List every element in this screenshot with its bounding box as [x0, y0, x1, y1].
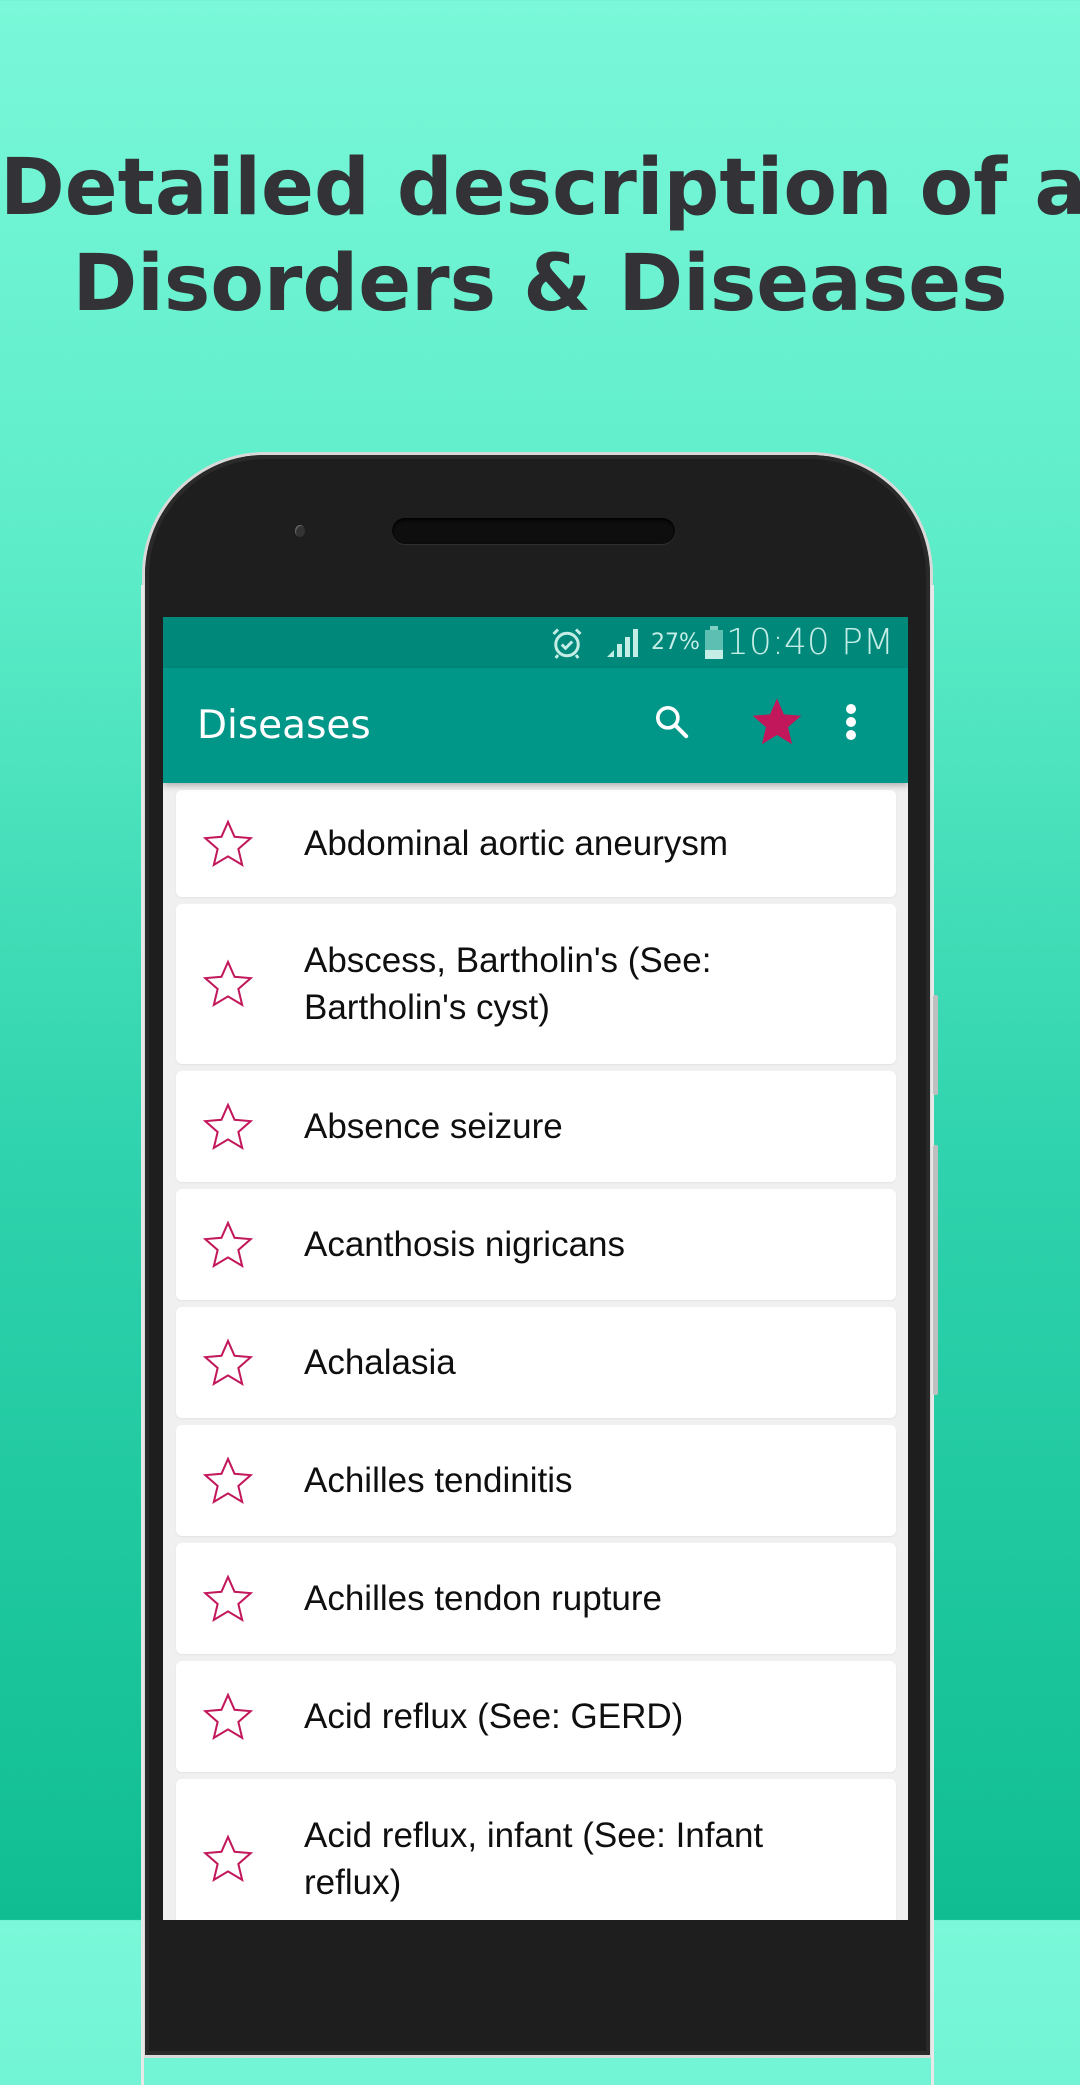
disease-name: Achalasia	[304, 1343, 456, 1382]
status-time: 10:40 PM	[726, 622, 894, 663]
star-outline-icon[interactable]	[201, 817, 255, 871]
earpiece-speaker	[392, 518, 675, 544]
star-outline-icon[interactable]	[201, 1100, 255, 1154]
signal-icon	[605, 627, 639, 664]
front-camera	[295, 525, 305, 537]
more-vert-icon	[844, 702, 858, 747]
headline-line-2: Disorders & Diseases	[72, 239, 1008, 329]
star-outline-icon[interactable]	[201, 1832, 255, 1886]
disease-list: Abdominal aortic aneurysm Abscess, Barth…	[176, 790, 896, 1920]
star-filled-icon	[750, 695, 804, 754]
list-item[interactable]: Acid reflux, infant (See: Infant reflux)	[176, 1779, 896, 1920]
list-item[interactable]: Achilles tendon rupture	[176, 1543, 896, 1654]
phone-volume-button	[933, 1145, 938, 1395]
phone-power-button	[933, 995, 938, 1095]
list-item[interactable]: Achilles tendinitis	[176, 1425, 896, 1536]
battery-icon	[704, 626, 724, 665]
more-options-button[interactable]	[828, 694, 874, 754]
list-item[interactable]: Absence seizure	[176, 1071, 896, 1182]
search-button[interactable]	[642, 694, 702, 754]
phone-rim-left	[141, 585, 144, 2085]
disease-name: Acanthosis nigricans	[304, 1225, 625, 1264]
star-outline-icon[interactable]	[201, 1218, 255, 1272]
star-outline-icon[interactable]	[201, 1336, 255, 1390]
list-item[interactable]: Abscess, Bartholin's (See: Bartholin's c…	[176, 904, 896, 1064]
list-item[interactable]: Achalasia	[176, 1307, 896, 1418]
page-title: Diseases	[197, 703, 371, 748]
list-item[interactable]: Acanthosis nigricans	[176, 1189, 896, 1300]
app-bar: Diseases	[163, 668, 908, 783]
promo-headline: Detailed description of all Disorders & …	[0, 140, 1080, 332]
disease-name: Achilles tendon rupture	[304, 1579, 662, 1618]
status-bar: 27% 10:40 PM	[163, 617, 908, 668]
list-item[interactable]: Acid reflux (See: GERD)	[176, 1661, 896, 1772]
favorites-button[interactable]	[747, 694, 807, 754]
disease-name: Acid reflux, infant (See: Infant reflux)	[304, 1816, 764, 1902]
alarm-icon	[549, 625, 585, 666]
star-outline-icon[interactable]	[201, 1690, 255, 1744]
search-icon	[652, 702, 692, 747]
phone-screen: 27% 10:40 PM Diseases Abdominal aortic a…	[163, 617, 908, 1920]
star-outline-icon[interactable]	[201, 1454, 255, 1508]
disease-name: Abscess, Bartholin's (See: Bartholin's c…	[304, 941, 712, 1027]
battery-percent: 27%	[651, 630, 700, 655]
headline-line-1: Detailed description of all	[0, 143, 1080, 233]
disease-name: Achilles tendinitis	[304, 1461, 573, 1500]
disease-name: Absence seizure	[304, 1107, 563, 1146]
disease-name: Abdominal aortic aneurysm	[304, 824, 729, 863]
list-item[interactable]: Abdominal aortic aneurysm	[176, 790, 896, 897]
star-outline-icon[interactable]	[201, 1572, 255, 1626]
star-outline-icon[interactable]	[201, 957, 255, 1011]
disease-name: Acid reflux (See: GERD)	[304, 1697, 684, 1736]
